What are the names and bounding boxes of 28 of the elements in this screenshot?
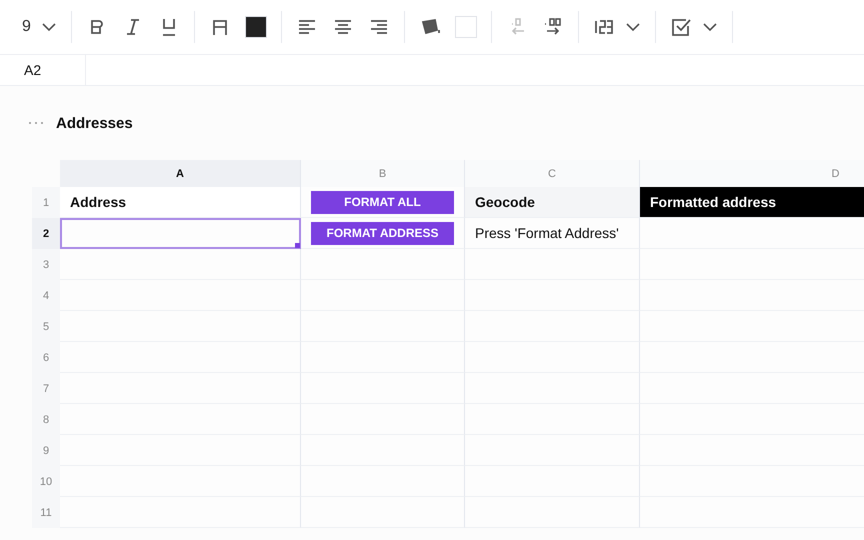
font-size-dropdown[interactable]: 9 xyxy=(22,18,57,36)
row-header[interactable]: 9 xyxy=(32,435,60,466)
row-header[interactable]: 1 xyxy=(32,187,60,218)
table-cell[interactable] xyxy=(60,218,301,249)
text-color-button[interactable] xyxy=(244,16,267,38)
row-header[interactable]: 2 xyxy=(32,218,60,249)
checkbox-dropdown[interactable] xyxy=(670,16,718,38)
row-header[interactable]: 11 xyxy=(32,497,60,528)
row-header[interactable]: 8 xyxy=(32,404,60,435)
column-header[interactable]: A xyxy=(60,160,301,187)
format-button[interactable]: FORMAT ALL xyxy=(311,190,454,214)
table-cell[interactable]: Formatted address xyxy=(640,187,864,218)
table-cell[interactable]: Geocode xyxy=(465,187,640,218)
fill-handle[interactable] xyxy=(295,243,300,248)
more-icon[interactable] xyxy=(28,121,44,125)
row-header[interactable]: 5 xyxy=(32,311,60,342)
checkbox-icon xyxy=(670,16,692,38)
row-header[interactable]: 4 xyxy=(32,280,60,311)
row-header[interactable]: 10 xyxy=(32,466,60,497)
sheet-title: Addresses xyxy=(56,114,133,132)
row-header[interactable]: 7 xyxy=(32,373,60,404)
row-header[interactable]: 3 xyxy=(32,249,60,280)
table-cell[interactable]: Press 'Format Address' xyxy=(465,218,640,249)
format-button[interactable]: FORMAT ADDRESS xyxy=(311,222,454,244)
fill-color-button[interactable] xyxy=(454,16,477,38)
table-cell[interactable]: Address xyxy=(60,187,301,218)
row-header[interactable]: 6 xyxy=(32,342,60,373)
cell-reference: A2 xyxy=(0,55,86,85)
